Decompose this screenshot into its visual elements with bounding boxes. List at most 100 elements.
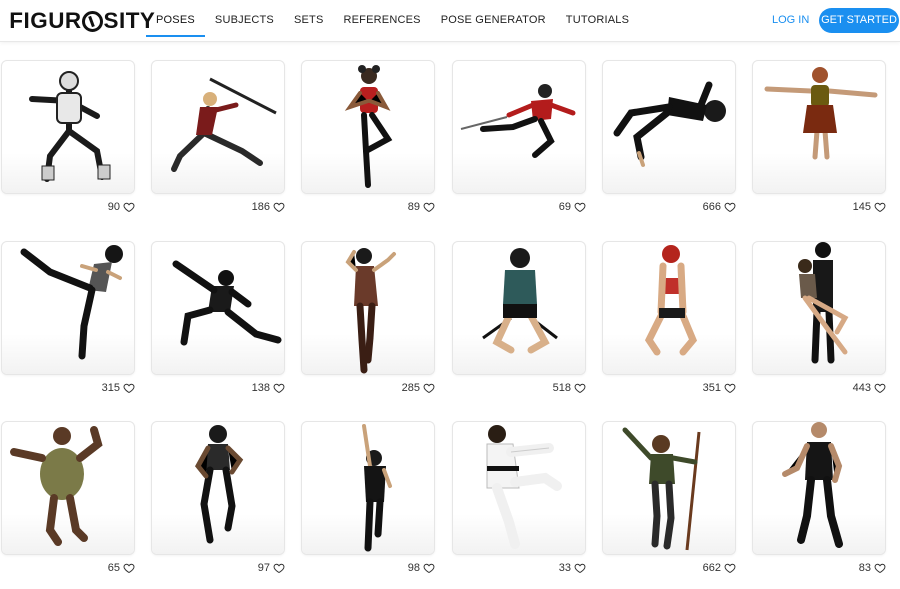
like-count: 33 [452, 560, 586, 576]
heart-icon[interactable] [874, 201, 886, 213]
pose-figure-image [10, 426, 103, 546]
like-count: 97 [151, 560, 285, 576]
pose-figure-image [344, 65, 393, 188]
like-count: 443 [752, 380, 886, 396]
like-count-value: 662 [702, 562, 721, 574]
pose-card[interactable] [301, 421, 435, 555]
pose-card[interactable] [752, 241, 886, 375]
like-count-value: 518 [552, 382, 571, 394]
heart-icon[interactable] [874, 382, 886, 394]
like-count-value: 98 [407, 562, 420, 574]
heart-icon[interactable] [874, 562, 886, 574]
heart-icon[interactable] [123, 201, 135, 213]
pose-card[interactable] [452, 60, 586, 194]
heart-icon[interactable] [574, 382, 586, 394]
pose-figure-image [345, 248, 396, 374]
heart-icon[interactable] [423, 562, 435, 574]
like-count: 138 [151, 380, 285, 396]
pose-figure-image [362, 424, 392, 552]
heart-icon[interactable] [273, 382, 285, 394]
pose-figure-image [460, 84, 576, 158]
like-count-value: 90 [107, 201, 120, 213]
pose-figure-image [613, 81, 726, 167]
like-count-value: 351 [702, 382, 721, 394]
heart-icon[interactable] [724, 562, 736, 574]
like-count-value: 83 [858, 562, 871, 574]
like-count: 83 [752, 560, 886, 576]
like-count-value: 97 [257, 562, 270, 574]
pose-figure-image [622, 427, 701, 551]
like-count: 351 [602, 380, 736, 396]
pose-figure-image [172, 260, 282, 346]
like-count: 65 [1, 560, 135, 576]
nav-tutorials[interactable]: TUTORIALS [556, 0, 639, 42]
pose-card[interactable] [301, 241, 435, 375]
pose-figure-image [782, 422, 843, 548]
like-count: 315 [1, 380, 135, 396]
pose-figure-image [486, 425, 562, 549]
heart-icon[interactable] [273, 201, 285, 213]
like-count-value: 186 [251, 201, 270, 213]
heart-icon[interactable] [273, 562, 285, 574]
pose-figure-image [195, 425, 244, 544]
heart-icon[interactable] [724, 382, 736, 394]
like-count: 145 [752, 199, 886, 215]
like-count-value: 89 [407, 201, 420, 213]
nav-poses[interactable]: POSES [146, 0, 205, 42]
like-count-value: 33 [558, 562, 571, 574]
heart-icon[interactable] [123, 562, 135, 574]
pose-card[interactable] [602, 421, 736, 555]
like-count: 662 [602, 560, 736, 576]
like-count-value: 443 [852, 382, 871, 394]
like-count: 518 [452, 380, 586, 396]
like-count-value: 69 [558, 201, 571, 213]
heart-icon[interactable] [724, 201, 736, 213]
like-count-value: 315 [101, 382, 120, 394]
like-count-value: 666 [702, 201, 721, 213]
pose-figure-image [798, 242, 849, 364]
like-count: 98 [301, 560, 435, 576]
pose-card[interactable] [602, 60, 736, 194]
pose-card[interactable] [1, 241, 135, 375]
nav-sets[interactable]: SETS [284, 0, 334, 42]
heart-icon[interactable] [574, 201, 586, 213]
pose-figure-image [644, 245, 698, 356]
pose-card[interactable] [752, 60, 886, 194]
like-count: 666 [602, 199, 736, 215]
like-count-value: 285 [401, 382, 420, 394]
like-count: 90 [1, 199, 135, 215]
pose-card[interactable] [151, 241, 285, 375]
top-navigation-bar: FIGUR SITY POSES SUBJECTS SETS REFERENCES… [0, 0, 900, 42]
login-link[interactable]: LOG IN [772, 0, 809, 42]
pose-card[interactable] [1, 60, 135, 194]
like-count-value: 138 [251, 382, 270, 394]
nav-subjects[interactable]: SUBJECTS [205, 0, 284, 42]
pose-card[interactable] [151, 421, 285, 555]
like-count-value: 65 [107, 562, 120, 574]
nav-references[interactable]: REFERENCES [334, 0, 431, 42]
heart-icon[interactable] [423, 201, 435, 213]
get-started-button[interactable]: GET STARTED [819, 8, 899, 33]
pose-figure-image [764, 67, 878, 160]
nav-pose-generator[interactable]: POSE GENERATOR [431, 0, 556, 42]
pose-card[interactable] [602, 241, 736, 375]
pose-card[interactable] [151, 60, 285, 194]
pose-figure-image [482, 248, 558, 354]
like-count: 89 [301, 199, 435, 215]
pose-figure-image [20, 245, 123, 360]
figurosity-logo[interactable]: FIGUR SITY [9, 8, 155, 34]
pose-card[interactable] [452, 241, 586, 375]
like-count: 186 [151, 199, 285, 215]
pose-card[interactable] [301, 60, 435, 194]
heart-icon[interactable] [574, 562, 586, 574]
pose-card[interactable] [452, 421, 586, 555]
heart-icon[interactable] [123, 382, 135, 394]
like-count: 69 [452, 199, 586, 215]
pose-card[interactable] [1, 421, 135, 555]
main-nav: POSES SUBJECTS SETS REFERENCES POSE GENE… [146, 0, 639, 42]
like-count: 285 [301, 380, 435, 396]
like-count-value: 145 [852, 201, 871, 213]
heart-icon[interactable] [423, 382, 435, 394]
pose-card[interactable] [752, 421, 886, 555]
pose-figure-image [29, 71, 111, 182]
